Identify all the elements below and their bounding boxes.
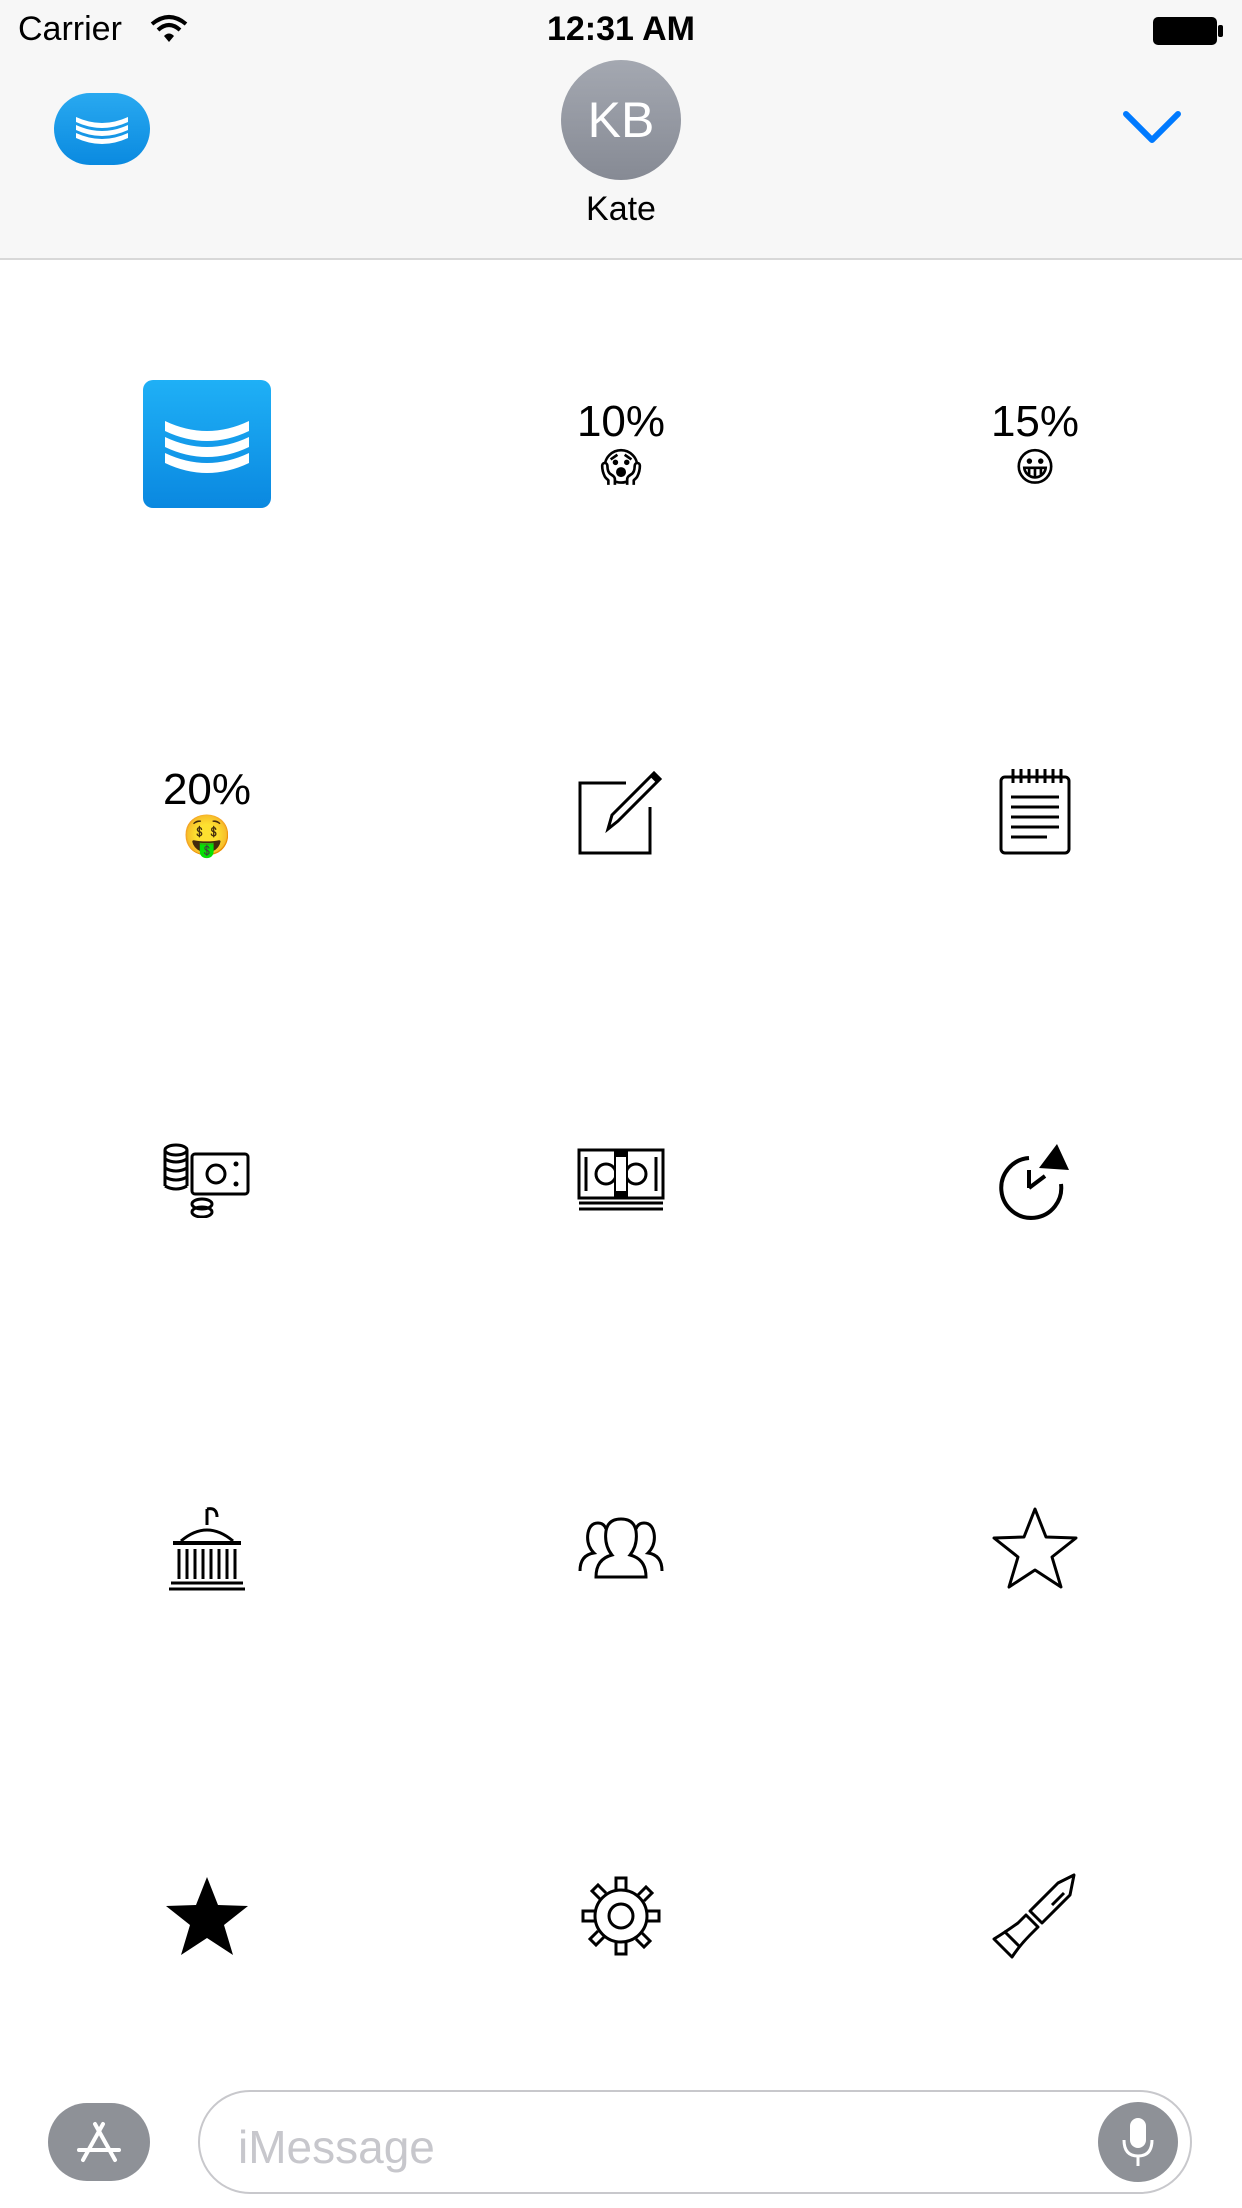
- coins-cash-icon: [163, 1143, 250, 1218]
- microphone-button[interactable]: [1098, 2102, 1178, 2182]
- status-bar: Carrier 12:31 AM: [0, 0, 1242, 60]
- star-outline-sticker[interactable]: [828, 1364, 1242, 1732]
- tip-20-sticker[interactable]: 20% 🤑: [0, 628, 414, 996]
- government-building-icon: [169, 1507, 245, 1591]
- gear-sticker[interactable]: [414, 1732, 828, 2100]
- paintbrush-sticker[interactable]: [828, 1732, 1242, 2100]
- contact-avatar[interactable]: KB: [561, 60, 681, 180]
- compose-icon: [578, 770, 663, 855]
- compose-sticker[interactable]: [414, 628, 828, 996]
- notepad-sticker[interactable]: [828, 628, 1242, 996]
- star-filled-sticker[interactable]: [0, 1732, 414, 2100]
- notepad-icon: [999, 769, 1071, 855]
- tip-percent: 10%: [576, 396, 666, 446]
- imessage-input[interactable]: iMessage: [198, 2090, 1192, 2194]
- star-filled-icon: [166, 1877, 248, 1955]
- input-bar: iMessage: [0, 2070, 1242, 2208]
- chevron-down-icon[interactable]: [1120, 108, 1184, 148]
- coins-cash-sticker[interactable]: [0, 996, 414, 1364]
- people-group-icon: [578, 1517, 664, 1579]
- app-drawer-button[interactable]: [54, 93, 150, 165]
- imessage-placeholder: iMessage: [238, 2121, 435, 2173]
- people-group-sticker[interactable]: [414, 1364, 828, 1732]
- app-store-icon: [77, 2122, 121, 2162]
- money-stack-sticker[interactable]: [414, 996, 828, 1364]
- app-icon[interactable]: [143, 380, 271, 508]
- microphone-icon: [1122, 2118, 1154, 2166]
- tip-percent: 15%: [990, 396, 1080, 446]
- app-logo-icon: [76, 117, 128, 144]
- sticker-grid: 10% 😱 15% 😀 20% 🤑: [0, 260, 1242, 2070]
- pie-chart-sticker[interactable]: [828, 996, 1242, 1364]
- pie-chart-icon: [999, 1144, 1069, 1220]
- tip-emoji: 😱: [600, 446, 642, 491]
- tip-emoji: 🤑: [182, 814, 232, 859]
- tip-emoji: 😀: [1014, 446, 1056, 491]
- gear-icon: [581, 1876, 661, 1956]
- battery-icon: [1153, 17, 1223, 45]
- tip-10-sticker[interactable]: 10% 😱: [414, 260, 828, 628]
- tip-percent: 20%: [162, 764, 252, 814]
- government-sticker[interactable]: [0, 1364, 414, 1732]
- imessage-app-screen: KB Kate Carrier 12:31 AM 10% 😱 15% 😀 20%…: [0, 0, 1242, 2208]
- app-tile-cell[interactable]: [0, 260, 414, 628]
- star-outline-icon: [992, 1507, 1078, 1589]
- paintbrush-icon: [992, 1873, 1076, 1959]
- status-time: 12:31 AM: [546, 10, 696, 48]
- app-store-button[interactable]: [48, 2103, 150, 2181]
- tip-15-sticker[interactable]: 15% 😀: [828, 260, 1242, 628]
- app-logo-icon: [165, 421, 249, 473]
- money-stack-icon: [577, 1148, 665, 1211]
- contact-name[interactable]: Kate: [0, 190, 1242, 229]
